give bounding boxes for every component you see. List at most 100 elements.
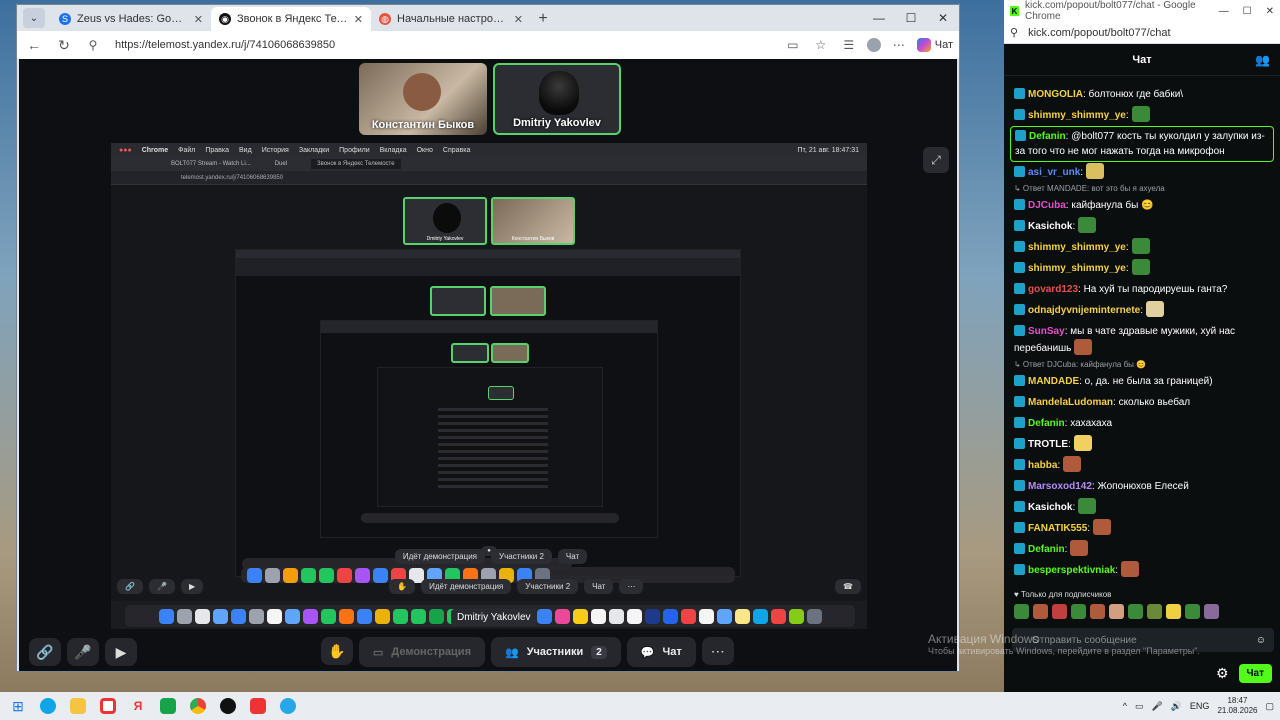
- site-info-icon[interactable]: ⚲: [1010, 26, 1018, 39]
- bookmark-star-icon[interactable]: ☆: [811, 38, 831, 52]
- close-window-icon[interactable]: ✕: [1266, 6, 1274, 17]
- camera-button[interactable]: ▶: [105, 638, 137, 666]
- profile-avatar[interactable]: [866, 38, 881, 52]
- new-tab-button[interactable]: +: [531, 7, 555, 31]
- tab-search-button[interactable]: ⌄: [23, 8, 45, 28]
- emote-icon[interactable]: [1052, 604, 1067, 619]
- demo-button[interactable]: ▭ Демонстрация: [359, 637, 485, 667]
- notifications-icon[interactable]: ▢: [1265, 701, 1274, 712]
- maximize-icon[interactable]: ☐: [1243, 6, 1252, 17]
- users-icon[interactable]: 👥: [1255, 53, 1270, 67]
- chat-username[interactable]: MANDADE: [1028, 376, 1079, 387]
- mic-button[interactable]: 🎤: [67, 638, 99, 666]
- chat-username[interactable]: besperspektivniak: [1028, 565, 1115, 576]
- emote-icon[interactable]: [1109, 604, 1124, 619]
- chat-message[interactable]: TROTLE:: [1014, 434, 1274, 455]
- chat-message[interactable]: besperspektivniak:: [1014, 560, 1274, 581]
- chat-message[interactable]: odnajdyvnijeminternete:: [1014, 300, 1274, 321]
- network-icon[interactable]: ▭: [1135, 701, 1144, 712]
- taskbar-explorer[interactable]: [66, 695, 90, 717]
- taskbar-app[interactable]: [156, 695, 180, 717]
- emote-icon[interactable]: [1204, 604, 1219, 619]
- maximize-icon[interactable]: ☐: [895, 5, 927, 31]
- chat-message[interactable]: Kasichok:: [1014, 497, 1274, 518]
- minimize-icon[interactable]: —: [863, 5, 895, 31]
- close-window-icon[interactable]: ✕: [927, 5, 959, 31]
- chat-username[interactable]: govard123: [1028, 284, 1078, 295]
- chat-message[interactable]: DJCuba: кайфанула бы 😊: [1014, 195, 1274, 216]
- taskbar-chrome[interactable]: [186, 695, 210, 717]
- chat-message[interactable]: Marsoxod142: Жопонюхов Елесей: [1014, 476, 1274, 497]
- chat-message[interactable]: MONGOLIA: болтонюх где бабки\: [1014, 84, 1274, 105]
- chat-username[interactable]: asi_vr_unk: [1028, 167, 1080, 178]
- chat-username[interactable]: shimmy_shimmy_ye: [1028, 242, 1126, 253]
- participants-button[interactable]: 👥 Участники 2: [491, 637, 621, 667]
- back-icon[interactable]: ←: [23, 37, 45, 53]
- emote-icon[interactable]: [1147, 604, 1162, 619]
- taskbar-edge[interactable]: [36, 695, 60, 717]
- chat-message[interactable]: FANATIK555:: [1014, 518, 1274, 539]
- minimize-icon[interactable]: —: [1219, 6, 1229, 17]
- chat-username[interactable]: Kasichok: [1028, 502, 1072, 513]
- link-button[interactable]: 🔗: [29, 638, 61, 666]
- send-chat-button[interactable]: Чат: [1238, 663, 1272, 683]
- emote-icon[interactable]: [1033, 604, 1048, 619]
- chat-username[interactable]: FANATIK555: [1028, 523, 1087, 534]
- chat-message[interactable]: MandelaLudoman: сколько вьебал: [1014, 392, 1274, 413]
- emote-icon[interactable]: [1128, 604, 1143, 619]
- chat-message[interactable]: asi_vr_unk:: [1014, 162, 1274, 183]
- close-icon[interactable]: ✕: [194, 13, 203, 26]
- fullscreen-button[interactable]: ⤢: [923, 147, 949, 173]
- taskbar-yandex-2[interactable]: Я: [126, 695, 150, 717]
- tab-telemost-call[interactable]: ◉ Звонок в Яндекс Телемосте ✕: [211, 7, 371, 31]
- chat-username[interactable]: Defanin: [1028, 418, 1065, 429]
- bookmarks-icon[interactable]: ☰: [839, 38, 859, 52]
- chat-message[interactable]: Defanin: хахахаха: [1014, 413, 1274, 434]
- more-button[interactable]: ⋯: [701, 637, 734, 665]
- url-input[interactable]: https://telemost.yandex.ru/j/74106068639…: [111, 34, 775, 56]
- chat-username[interactable]: Defanin: [1029, 131, 1066, 142]
- emote-icon[interactable]: [1090, 604, 1105, 619]
- chat-username[interactable]: TROTLE: [1028, 439, 1068, 450]
- taskbar-app[interactable]: [216, 695, 240, 717]
- chat-message[interactable]: Defanin:: [1014, 539, 1274, 560]
- chat-username[interactable]: MandelaLudoman: [1028, 397, 1113, 408]
- taskbar-app[interactable]: [246, 695, 270, 717]
- taskbar-yandex[interactable]: [96, 695, 120, 717]
- cast-icon[interactable]: ▭: [783, 38, 803, 52]
- chat-username[interactable]: MONGOLIA: [1028, 89, 1083, 100]
- participant-tile[interactable]: Константин Быков: [359, 63, 487, 135]
- chat-username[interactable]: SunSay: [1028, 326, 1065, 337]
- taskbar-telegram[interactable]: [276, 695, 300, 717]
- start-button[interactable]: ⊞: [6, 695, 30, 717]
- participant-tile-active[interactable]: Dmitriy Yakovlev: [493, 63, 621, 135]
- chat-username[interactable]: habba: [1028, 460, 1057, 471]
- chat-message[interactable]: Kasichok:: [1014, 216, 1274, 237]
- chat-message[interactable]: shimmy_shimmy_ye:: [1014, 237, 1274, 258]
- chat-username[interactable]: Kasichok: [1028, 221, 1072, 232]
- chat-username[interactable]: DJCuba: [1028, 200, 1066, 211]
- tab-telemost-settings[interactable]: ◍ Начальные настройки | Телемост ✕: [371, 7, 531, 31]
- tab-zeus[interactable]: S Zeus vs Hades: Gods of War Slot | ✕: [51, 7, 211, 31]
- mic-tray-icon[interactable]: 🎤: [1151, 701, 1162, 712]
- menu-dots-icon[interactable]: ⋯: [889, 38, 909, 52]
- emote-icon[interactable]: [1014, 604, 1029, 619]
- emote-icon[interactable]: [1071, 604, 1086, 619]
- chat-username[interactable]: Defanin: [1028, 544, 1065, 555]
- chat-username[interactable]: odnajdyvnijeminternete: [1028, 305, 1140, 316]
- emote-icon[interactable]: [1166, 604, 1181, 619]
- chat-button[interactable]: 💬 Чат: [626, 637, 696, 667]
- emote-icon[interactable]: [1185, 604, 1200, 619]
- reload-icon[interactable]: ↻: [53, 37, 75, 54]
- copilot-chat-button[interactable]: Чат: [916, 38, 953, 52]
- raise-hand-button[interactable]: ✋: [321, 637, 353, 665]
- language-indicator[interactable]: ENG: [1190, 701, 1210, 711]
- chat-message[interactable]: MANDADE: о, да. не была за границей): [1014, 371, 1274, 392]
- chat-message[interactable]: govard123: На хуй ты пародируешь ганта?: [1014, 279, 1274, 300]
- chat-message[interactable]: shimmy_shimmy_ye:: [1014, 105, 1274, 126]
- site-info-icon[interactable]: ⚲: [83, 38, 103, 52]
- chat-username[interactable]: shimmy_shimmy_ye: [1028, 110, 1126, 121]
- clock[interactable]: 18:47 21.08.2026: [1217, 696, 1257, 716]
- chat-username[interactable]: shimmy_shimmy_ye: [1028, 263, 1126, 274]
- close-icon[interactable]: ✕: [354, 13, 363, 26]
